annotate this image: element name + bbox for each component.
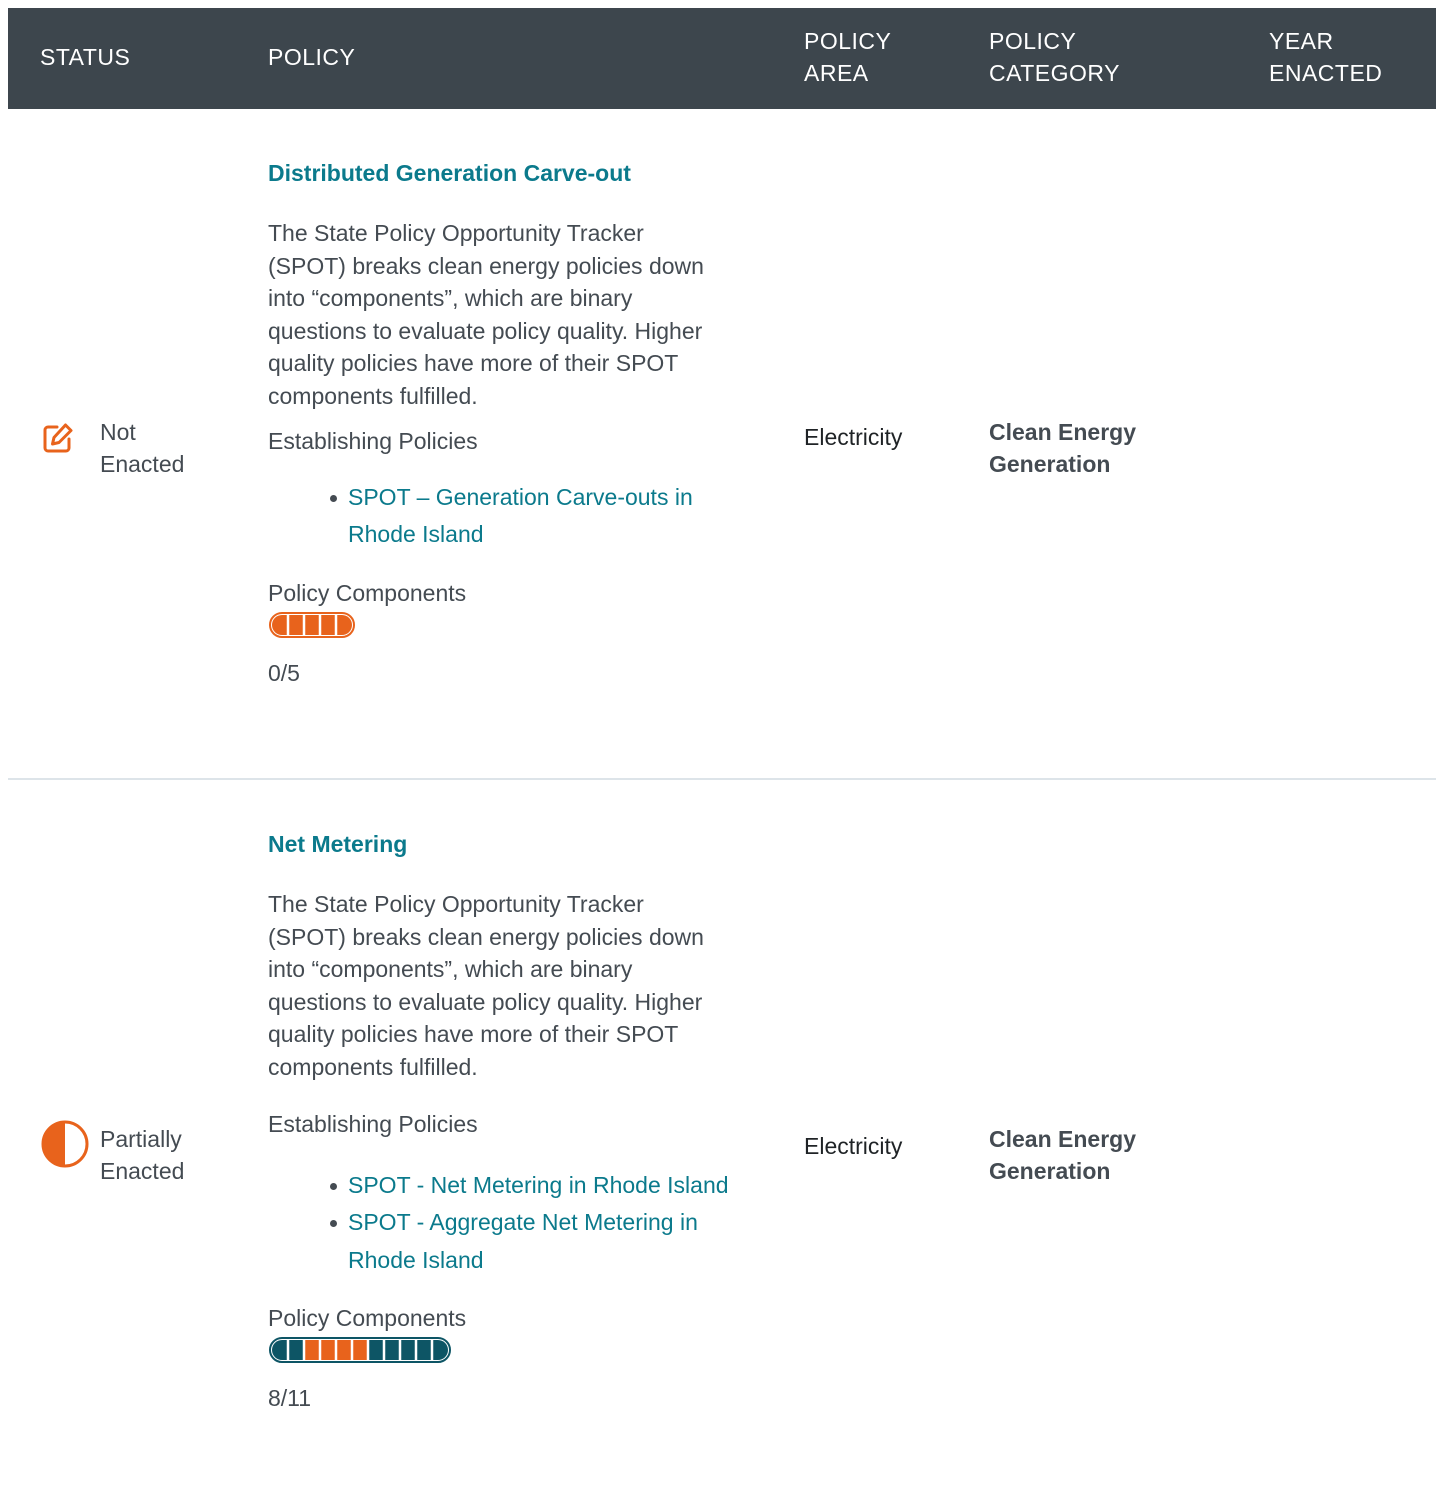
establishing-policy-link[interactable]: SPOT - Net Metering in Rhode Island — [348, 1172, 729, 1198]
policy-category-line2: Generation — [989, 1158, 1111, 1184]
column-header-policy-area-line1: POLICY — [804, 28, 892, 54]
column-header-policy[interactable]: POLICY — [268, 41, 355, 73]
policy-description: The State Policy Opportunity Tracker (SP… — [268, 891, 704, 1080]
column-header-policy-category[interactable]: POLICY CATEGORY — [989, 25, 1189, 89]
status-label-line2: Enacted — [100, 1158, 185, 1184]
half-circle-icon — [41, 1120, 89, 1168]
table-row: Not Enacted Distributed Generation Carve… — [8, 109, 1436, 780]
column-header-policy-category-line2: CATEGORY — [989, 60, 1120, 86]
status-cell: Not Enacted — [40, 416, 210, 480]
establishing-policy-link[interactable]: SPOT - Aggregate Net Metering in Rhode I… — [348, 1209, 698, 1273]
policy-area-cell: Electricity — [804, 1133, 903, 1159]
column-header-policy-category-line1: POLICY — [989, 28, 1077, 54]
policy-description: The State Policy Opportunity Tracker (SP… — [268, 220, 704, 409]
status-label-line1: Not — [100, 419, 136, 445]
components-count: 8/11 — [268, 1385, 312, 1412]
policy-cell: Net Metering The State Policy Opportunit… — [268, 828, 738, 1414]
policy-title-link[interactable]: Net Metering — [268, 828, 738, 860]
components-progress-bar — [269, 611, 355, 638]
policy-table: STATUS POLICY POLICY AREA POLICY CATEGOR… — [8, 8, 1436, 1500]
column-header-status[interactable]: STATUS — [40, 41, 130, 73]
components-count: 0/5 — [268, 659, 300, 686]
establishing-policies-list: SPOT – Generation Carve-outs in Rhode Is… — [268, 479, 738, 554]
components-progress-bar — [269, 1337, 451, 1364]
list-item: SPOT - Net Metering in Rhode Island — [268, 1167, 738, 1205]
list-item: SPOT – Generation Carve-outs in Rhode Is… — [268, 479, 738, 554]
column-header-policy-area-line2: AREA — [804, 60, 869, 86]
establishing-policy-link[interactable]: SPOT – Generation Carve-outs in Rhode Is… — [348, 484, 693, 548]
list-item: SPOT - Aggregate Net Metering in Rhode I… — [268, 1204, 738, 1279]
column-header-year-enacted-line2: ENACTED — [1269, 60, 1383, 86]
status-label-line2: Enacted — [100, 451, 185, 477]
policy-title-link[interactable]: Distributed Generation Carve-out — [268, 157, 738, 189]
policy-category-cell: Clean Energy Generation — [989, 1123, 1209, 1187]
column-header-year-enacted[interactable]: YEAR ENACTED — [1269, 25, 1419, 89]
edit-square-icon — [43, 423, 73, 453]
establishing-policies-heading: Establishing Policies — [268, 427, 478, 454]
table-row: Partially Enacted Net Metering The State… — [8, 780, 1436, 1500]
policy-components-heading: Policy Components — [268, 1305, 467, 1332]
policy-category-cell: Clean Energy Generation — [989, 416, 1209, 480]
column-header-year-enacted-line1: YEAR — [1269, 28, 1334, 54]
column-header-policy-area[interactable]: POLICY AREA — [804, 25, 954, 89]
establishing-policies-heading: Establishing Policies — [268, 1110, 478, 1137]
policy-components-heading: Policy Components — [268, 579, 467, 606]
policy-area-cell: Electricity — [804, 424, 903, 450]
status-label-line1: Partially — [100, 1126, 182, 1152]
table-header: STATUS POLICY POLICY AREA POLICY CATEGOR… — [8, 8, 1436, 109]
policy-category-line1: Clean Energy — [989, 419, 1136, 445]
establishing-policies-list: SPOT - Net Metering in Rhode Island SPOT… — [268, 1167, 738, 1280]
status-label: Partially Enacted — [100, 1123, 210, 1187]
status-cell: Partially Enacted — [40, 1120, 210, 1187]
status-label: Not Enacted — [100, 416, 210, 480]
policy-category-line2: Generation — [989, 451, 1111, 477]
policy-category-line1: Clean Energy — [989, 1126, 1136, 1152]
policy-cell: Distributed Generation Carve-out The Sta… — [268, 157, 738, 689]
